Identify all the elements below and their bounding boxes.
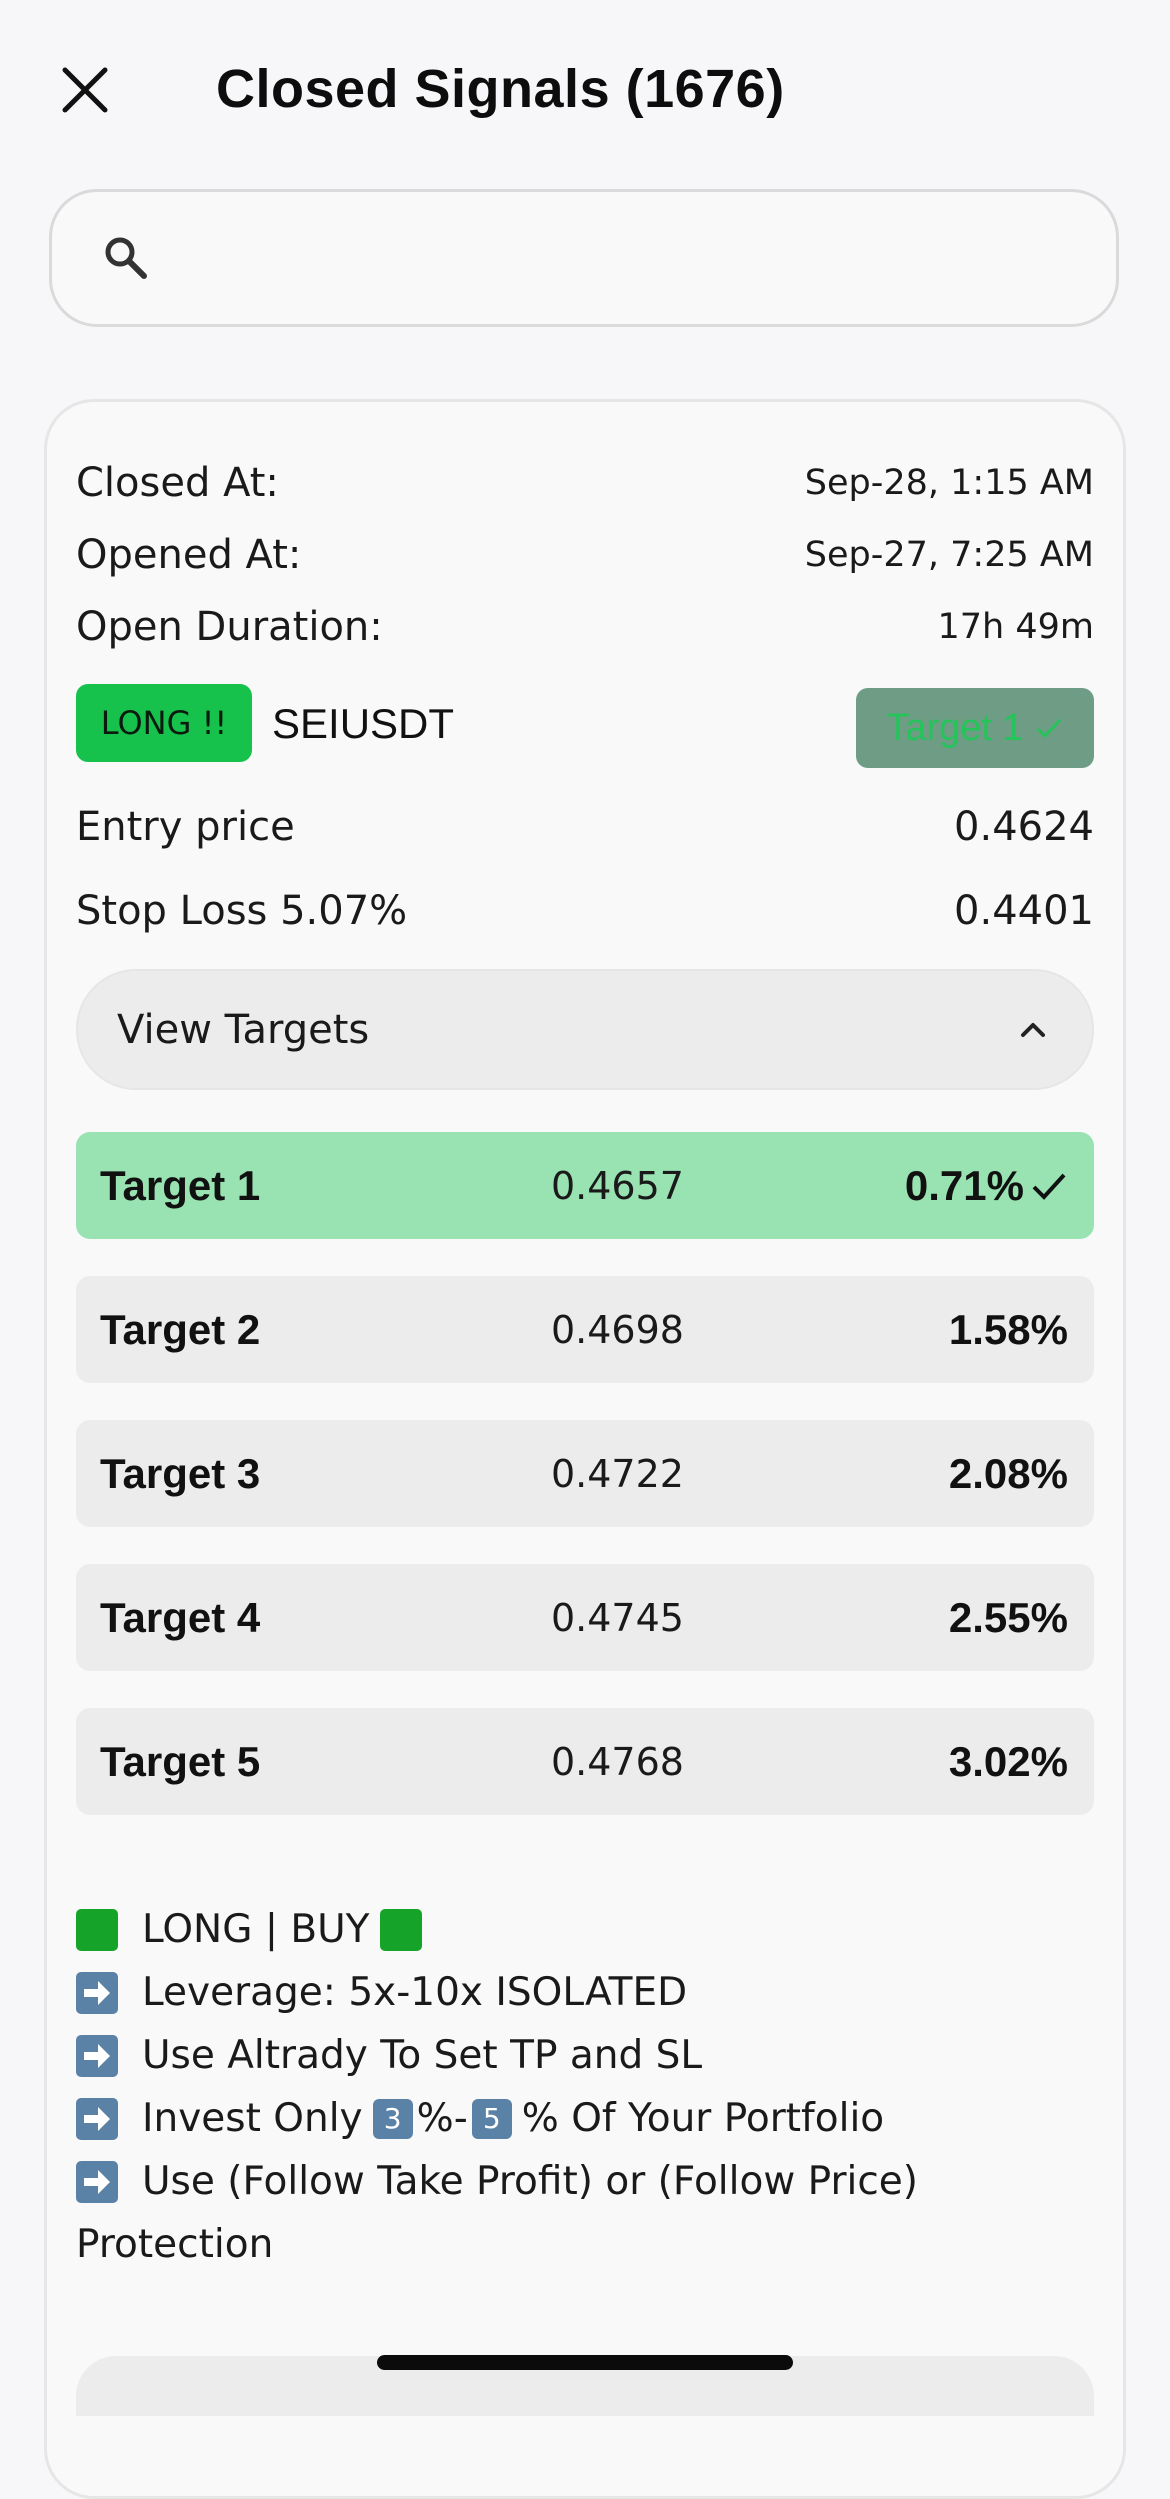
duration-label: Open Duration: (76, 604, 383, 650)
description-text: % Of Your Portfolio (521, 2096, 885, 2141)
target-percent: 3.02% (948, 1738, 1068, 1785)
target-price: 0.4745 (551, 1596, 684, 1640)
right-arrow-icon (76, 2034, 118, 2077)
target-price: 0.4722 (551, 1452, 684, 1496)
stop-loss-value: 0.4401 (954, 888, 1094, 934)
description-line: Leverage: 5x-10x ISOLATED (76, 1961, 1094, 2024)
description-text: Protection (76, 2222, 274, 2267)
search-input[interactable] (172, 212, 1076, 306)
target-name: Target 3 (100, 1450, 261, 1497)
green-square-icon (76, 1908, 118, 1951)
target-percent: 0.71% (904, 1162, 1024, 1209)
closed-at-value: Sep-28, 1:15 AM (804, 463, 1094, 503)
duration-value: 17h 49m (937, 607, 1094, 647)
target-name: Target 1 (100, 1162, 261, 1209)
right-arrow-icon (76, 2097, 118, 2140)
target-price: 0.4657 (551, 1164, 684, 1208)
description-text: LONG | BUY (142, 1907, 370, 1952)
description-text: Invest Only (142, 2096, 363, 2141)
target-row: Target 5 0.4768 3.02% (76, 1708, 1094, 1815)
target-row: Target 4 0.4745 2.55% (76, 1564, 1094, 1671)
closed-at-row: Closed At: Sep-28, 1:15 AM (76, 460, 1094, 506)
description-text: %- (416, 2096, 468, 2141)
check-icon (1032, 1173, 1066, 1200)
target-price: 0.4698 (551, 1308, 684, 1352)
target-percent: 1.58% (948, 1306, 1068, 1353)
keycap-three-icon: 3 (372, 2098, 413, 2139)
green-square-icon (379, 1908, 422, 1951)
header: Closed Signals (1676) (0, 0, 1170, 180)
description-line: LONG | BUY (76, 1898, 1094, 1961)
description-text: Use (Follow Take Profit) or (Follow Pric… (142, 2159, 918, 2204)
entry-price-value: 0.4624 (954, 804, 1094, 850)
search-icon (105, 237, 147, 279)
description-text: Use Altrady To Set TP and SL (142, 2033, 703, 2078)
stop-loss-label: Stop Loss 5.07% (76, 888, 408, 934)
view-targets-toggle[interactable]: View Targets (76, 969, 1094, 1090)
description-line: Invest Only 3 %- 5 % Of Your Portfolio (76, 2087, 1094, 2150)
target-name: Target 2 (100, 1306, 261, 1353)
chevron-up-icon (1021, 1023, 1045, 1037)
target-name: Target 5 (100, 1738, 261, 1785)
target-percent-wrap: 0.71% (905, 1162, 1068, 1210)
status-label: Target 1 (886, 706, 1024, 749)
view-targets-label: View Targets (117, 1007, 370, 1053)
opened-at-value: Sep-27, 7:25 AM (804, 535, 1094, 575)
target-name: Target 4 (100, 1594, 261, 1641)
entry-price-label: Entry price (76, 804, 295, 850)
check-icon (1036, 718, 1061, 739)
entry-price-row: Entry price 0.4624 (76, 804, 1094, 850)
pair-symbol: SEIUSDT (272, 700, 455, 747)
target-row: Target 2 0.4698 1.58% (76, 1276, 1094, 1383)
target-row: Target 3 0.4722 2.08% (76, 1420, 1094, 1527)
opened-at-label: Opened At: (76, 532, 302, 578)
home-indicator[interactable] (377, 2355, 793, 2370)
stop-loss-row: Stop Loss 5.07% 0.4401 (76, 888, 1094, 934)
direction-badge: LONG !! (76, 684, 252, 762)
page-title: Closed Signals (1676) (216, 59, 785, 119)
description-line: Use (Follow Take Profit) or (Follow Pric… (76, 2150, 1094, 2213)
target-percent: 2.55% (948, 1594, 1068, 1641)
status-badge: Target 1 (856, 688, 1094, 768)
description-text: Leverage: 5x-10x ISOLATED (142, 1970, 688, 2015)
keycap-five-icon: 5 (471, 2098, 512, 2139)
signal-description: LONG | BUY Leverage: 5x-10x ISOLATED Use… (76, 1898, 1094, 2276)
description-line: Use Altrady To Set TP and SL (76, 2024, 1094, 2087)
search-bar[interactable] (49, 189, 1119, 327)
close-icon (62, 67, 108, 113)
target-row: Target 1 0.4657 0.71% (76, 1132, 1094, 1239)
opened-at-row: Opened At: Sep-27, 7:25 AM (76, 532, 1094, 578)
closed-at-label: Closed At: (76, 460, 279, 506)
right-arrow-icon (76, 1971, 118, 2014)
target-price: 0.4768 (551, 1740, 684, 1784)
close-button[interactable] (50, 55, 120, 125)
right-arrow-icon (76, 2160, 118, 2203)
target-percent: 2.08% (948, 1450, 1068, 1497)
duration-row: Open Duration: 17h 49m (76, 604, 1094, 650)
description-line: Protection (76, 2213, 1094, 2276)
